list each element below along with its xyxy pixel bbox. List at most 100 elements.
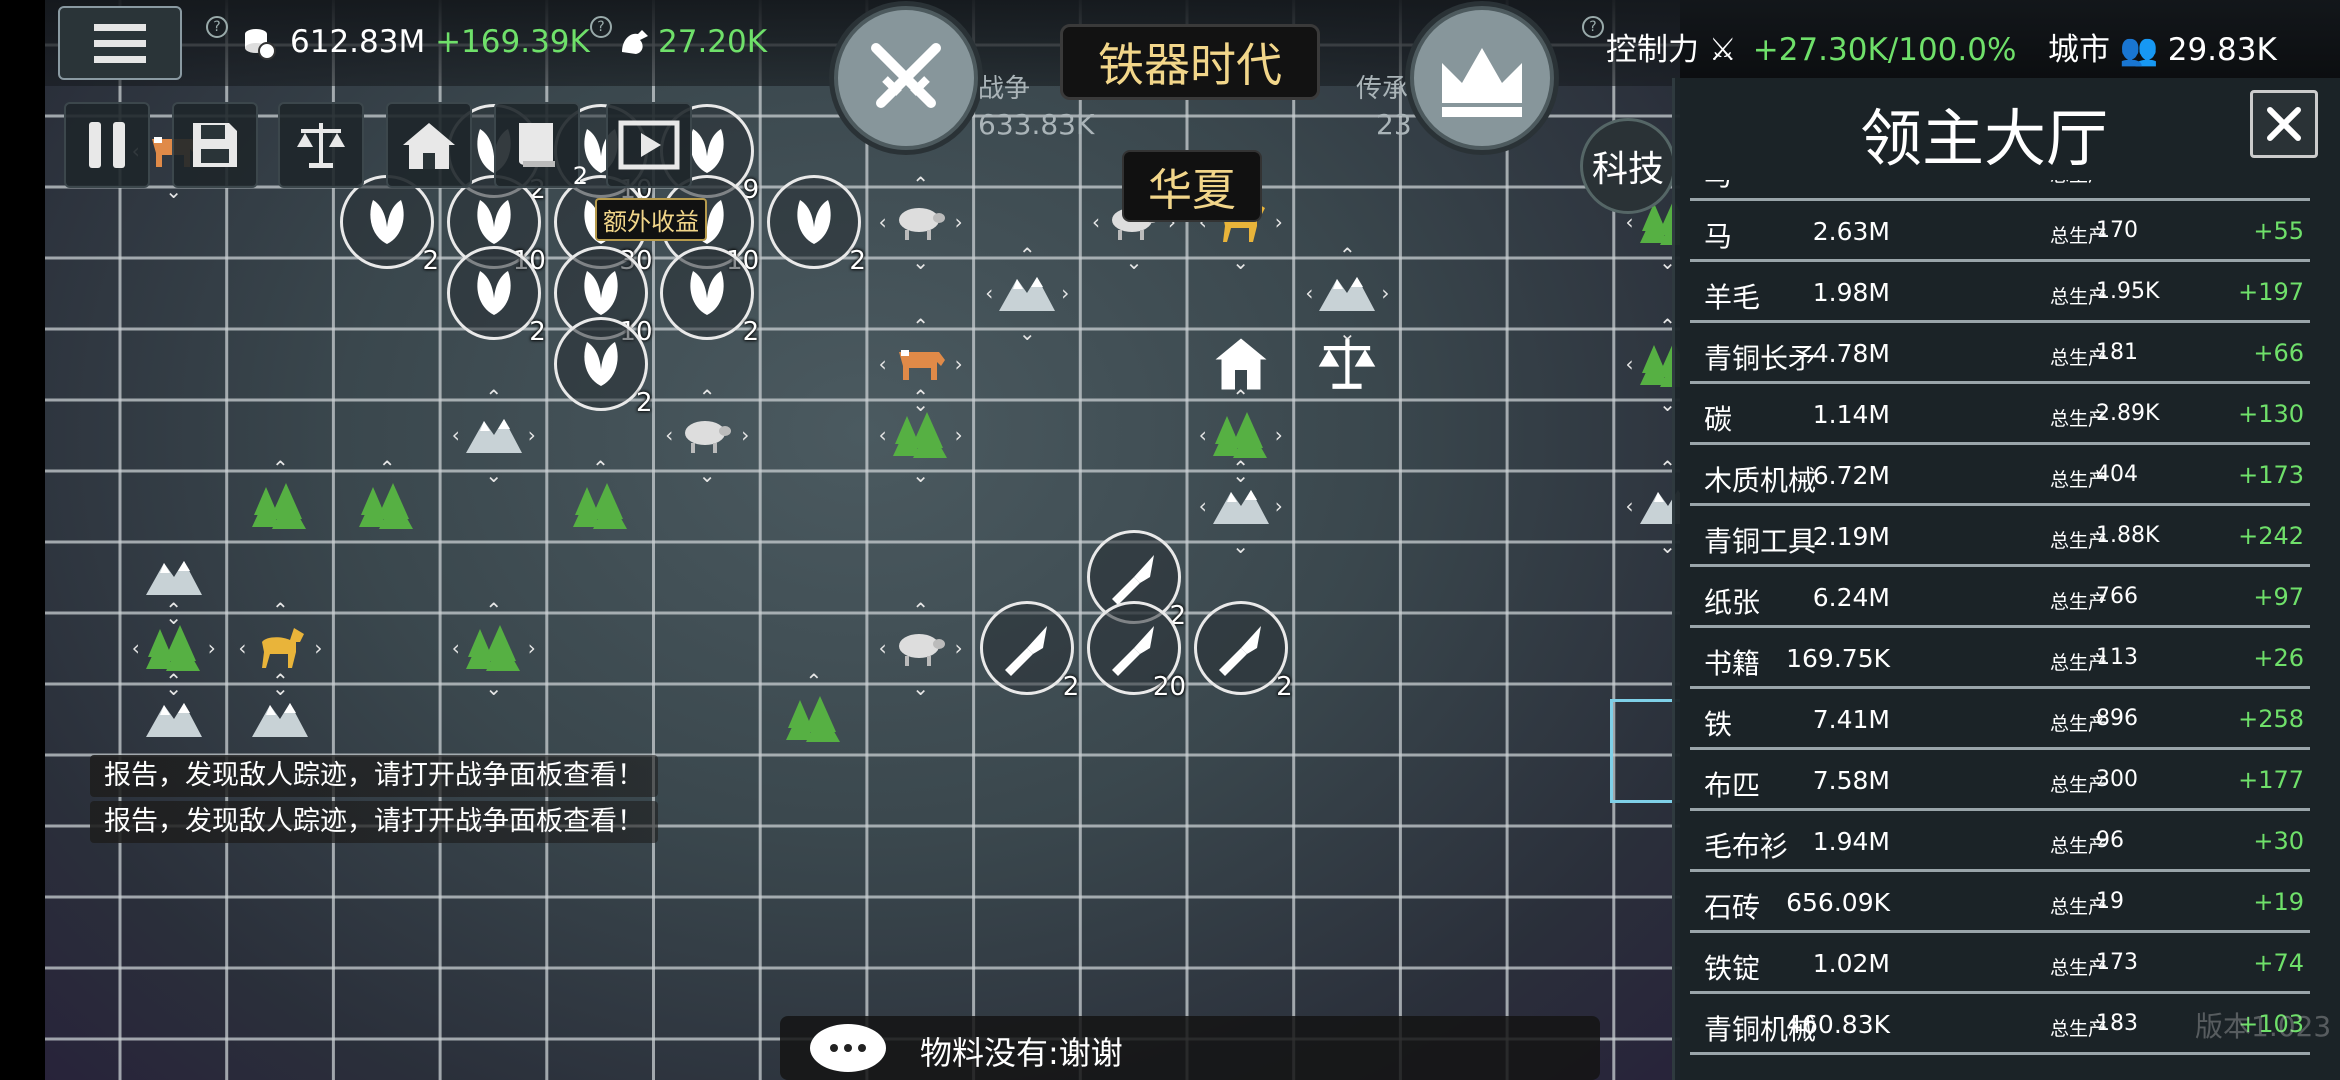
chevron-up-icon[interactable]: ⌃	[270, 458, 290, 478]
resource-row[interactable]: 马1.13M总生产00	[1690, 180, 2310, 201]
chevron-up-icon[interactable]: ⌃	[1231, 387, 1251, 407]
chevron-up-icon[interactable]: ⌃	[591, 458, 611, 478]
chevron-up-icon[interactable]: ⌃	[164, 671, 184, 691]
chevron-left-icon[interactable]: ‹	[1193, 496, 1213, 516]
chevron-right-icon[interactable]: ›	[522, 425, 542, 445]
chevron-right-icon[interactable]: ›	[1375, 283, 1395, 303]
help-icon[interactable]: ?	[1582, 16, 1604, 38]
tech-button[interactable]: 科技	[1580, 118, 1676, 214]
chevron-up-icon[interactable]: ⌃	[911, 600, 931, 620]
resource-row[interactable]: 青铜工具 2.19M 总生产 1.88K +242	[1690, 506, 2310, 567]
chevron-left-icon[interactable]: ‹	[1620, 354, 1640, 374]
resource-row[interactable]: 毛布衫 1.94M 总生产 96 +30	[1690, 811, 2310, 872]
chevron-left-icon[interactable]: ‹	[1193, 425, 1213, 445]
chevron-down-icon[interactable]: ⌄	[484, 465, 504, 485]
spear-icon[interactable]: 20	[1087, 601, 1186, 702]
chevron-right-icon[interactable]: ›	[522, 638, 542, 658]
chevron-up-icon[interactable]: ⌃	[377, 458, 397, 478]
chevron-left-icon[interactable]: ‹	[873, 212, 893, 232]
chevron-up-icon[interactable]: ⌃	[1231, 458, 1251, 478]
chevron-left-icon[interactable]: ‹	[873, 638, 893, 658]
chevron-right-icon[interactable]: ›	[1269, 425, 1289, 445]
chevron-up-icon[interactable]: ⌃	[270, 671, 290, 691]
chevron-down-icon[interactable]: ⌄	[1124, 252, 1144, 272]
leaf-icon[interactable]: 2	[340, 175, 439, 276]
report-message[interactable]: 报告，发现敌人踪迹，请打开战争面板查看！	[90, 801, 658, 843]
chevron-right-icon[interactable]: ›	[1269, 212, 1289, 232]
chevron-left-icon[interactable]: ‹	[979, 283, 999, 303]
chevron-down-icon[interactable]: ⌄	[911, 252, 931, 272]
resource-row[interactable]: 纸张 6.24M 总生产 766 +97	[1690, 567, 2310, 628]
chevron-up-icon[interactable]: ⌃	[697, 387, 717, 407]
help-icon[interactable]: ?	[206, 16, 228, 38]
chevron-down-icon[interactable]: ⌄	[484, 678, 504, 698]
chevron-down-icon[interactable]: ⌄	[1231, 252, 1251, 272]
chevron-up-icon[interactable]: ⌃	[911, 316, 931, 336]
chevron-down-icon[interactable]: ⌄	[1231, 536, 1251, 556]
resource-row[interactable]: 碳 1.14M 总生产 2.89K +130	[1690, 384, 2310, 445]
chevron-up-icon[interactable]: ⌃	[484, 600, 504, 620]
pause-button[interactable]	[64, 102, 150, 188]
trade-button[interactable]	[278, 102, 364, 188]
chevron-up-icon[interactable]: ⌃	[484, 387, 504, 407]
resource-row[interactable]: 布匹 7.58M 总生产 300 +177	[1690, 750, 2310, 811]
chevron-right-icon[interactable]: ›	[949, 638, 969, 658]
report-message[interactable]: 报告，发现敌人踪迹，请打开战争面板查看！	[90, 755, 658, 797]
chevron-up-icon[interactable]: ⌃	[804, 671, 824, 691]
save-button[interactable]	[172, 102, 258, 188]
leaf-icon[interactable]: 2	[766, 175, 866, 276]
books-button[interactable]: 2	[494, 102, 588, 190]
chevron-up-icon[interactable]: ⌃	[1337, 245, 1357, 265]
chevron-up-icon[interactable]: ⌃	[1017, 245, 1037, 265]
video-button[interactable]	[606, 102, 692, 188]
chat-bar[interactable]: 物料没有:谢谢	[780, 1016, 1600, 1080]
chevron-down-icon[interactable]: ⌄	[911, 465, 931, 485]
chevron-right-icon[interactable]: ›	[308, 638, 328, 658]
chevron-left-icon[interactable]: ‹	[873, 425, 893, 445]
resource-row[interactable]: 铁 7.41M 总生产 896 +258	[1690, 689, 2310, 750]
chevron-right-icon[interactable]: ›	[735, 425, 755, 445]
chevron-right-icon[interactable]: ›	[1269, 496, 1289, 516]
chevron-down-icon[interactable]: ⌄	[697, 465, 717, 485]
chevron-up-icon[interactable]: ⌃	[164, 600, 184, 620]
chevron-up-icon[interactable]: ⌃	[911, 174, 931, 194]
chevron-right-icon[interactable]: ›	[1055, 283, 1075, 303]
hall-button[interactable]	[386, 102, 472, 188]
chevron-left-icon[interactable]: ‹	[873, 354, 893, 374]
chevron-left-icon[interactable]: ‹	[1620, 212, 1640, 232]
war-button[interactable]	[834, 6, 978, 150]
chevron-right-icon[interactable]: ›	[949, 212, 969, 232]
chevron-left-icon[interactable]: ‹	[1299, 283, 1319, 303]
chevron-left-icon[interactable]: ‹	[126, 638, 146, 658]
resource-row[interactable]: 铁锭 1.02M 总生产 173 +74	[1690, 933, 2310, 994]
leaf-icon[interactable]: 2	[553, 317, 653, 418]
resource-row[interactable]: 书籍 169.75K 总生产 113 +26	[1690, 628, 2310, 689]
resource-row[interactable]: 石砖 656.09K 总生产 19 +19	[1690, 872, 2310, 933]
chevron-down-icon[interactable]: ⌄	[911, 678, 931, 698]
spear-icon[interactable]: 2	[1193, 601, 1293, 702]
resource-row[interactable]: 马 2.63M 总生产 170 +55	[1690, 201, 2310, 262]
spear-icon[interactable]: 2	[980, 601, 1079, 702]
chevron-left-icon[interactable]: ‹	[232, 638, 252, 658]
resource-row[interactable]: 青铜长矛 4.78M 总生产 181 +66	[1690, 323, 2310, 384]
resource-row[interactable]: 羊毛 1.98M 总生产 1.95K +197	[1690, 262, 2310, 323]
chevron-right-icon[interactable]: ›	[202, 638, 222, 658]
chevron-down-icon[interactable]: ⌄	[1017, 323, 1037, 343]
chevron-left-icon[interactable]: ‹	[446, 425, 466, 445]
menu-button[interactable]	[58, 6, 182, 80]
help-icon[interactable]: ?	[590, 16, 612, 38]
leaf-icon[interactable]: 2	[660, 246, 759, 347]
chevron-up-icon[interactable]: ⌃	[911, 387, 931, 407]
chevron-left-icon[interactable]: ‹	[1620, 496, 1640, 516]
leaf-icon[interactable]: 2	[446, 246, 546, 347]
chevron-left-icon[interactable]: ‹	[446, 638, 466, 658]
chevron-left-icon[interactable]: ‹	[659, 425, 679, 445]
resource-list[interactable]: 马1.13M总生产00马2.63M总生产170+55羊毛1.98M总生产1.95…	[1690, 180, 2310, 1060]
chevron-right-icon[interactable]: ›	[949, 425, 969, 445]
resource-row[interactable]: 木质机械 6.72M 总生产 404 +173	[1690, 445, 2310, 506]
chevron-up-icon[interactable]: ⌃	[270, 600, 290, 620]
chat-bubble-icon[interactable]	[810, 1024, 886, 1072]
close-button[interactable]	[2250, 90, 2318, 158]
crown-button[interactable]	[1410, 6, 1554, 150]
chevron-right-icon[interactable]: ›	[949, 354, 969, 374]
